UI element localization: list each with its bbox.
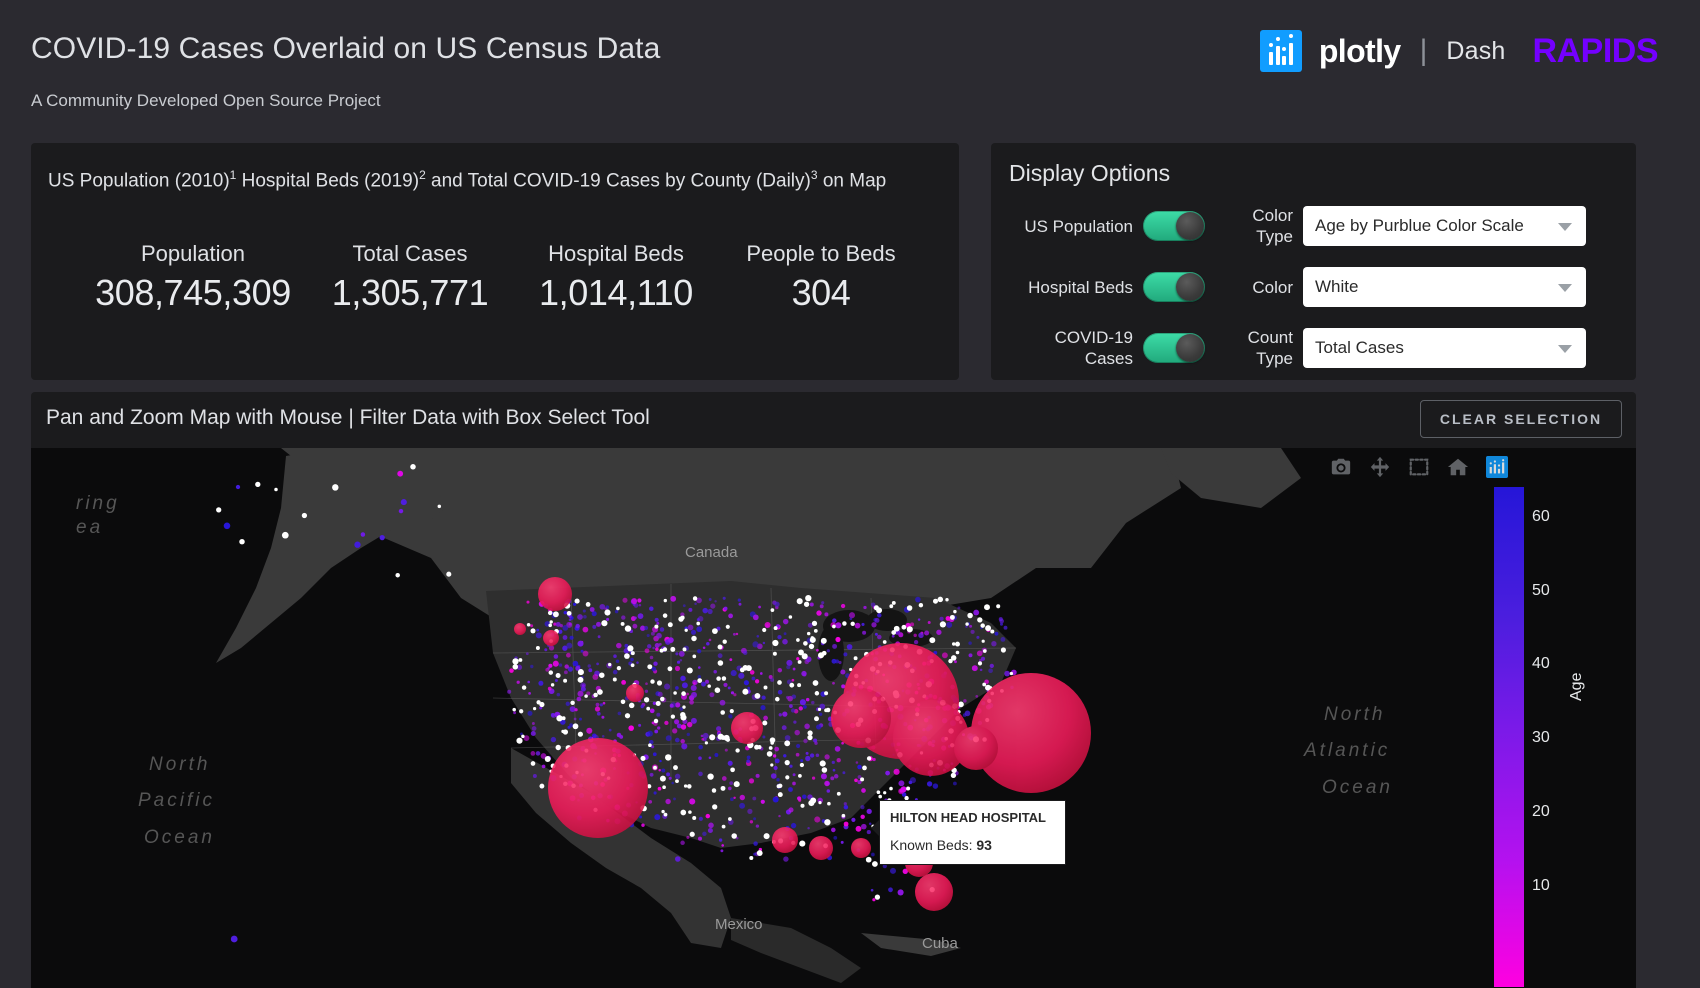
- plotly-logo-icon[interactable]: [1486, 456, 1508, 478]
- stat-population: Population 308,745,309: [77, 239, 309, 317]
- stat-people-to-beds: People to Beds 304: [721, 239, 921, 317]
- select-value: Age by Purblue Color Scale: [1315, 216, 1524, 236]
- colorbar-tick: 30: [1532, 729, 1550, 747]
- stat-hospital-beds: Hospital Beds 1,014,110: [511, 239, 721, 317]
- stat-label: Hospital Beds: [511, 239, 721, 269]
- colorbar-axis-title: Age: [1568, 673, 1586, 701]
- display-options-title: Display Options: [1009, 160, 1170, 187]
- ocean-label: Atlantic: [1304, 740, 1390, 762]
- display-options-card: Display Options US Population Color Type…: [991, 143, 1636, 380]
- stat-label: People to Beds: [721, 239, 921, 269]
- colorbar-tick: 40: [1532, 655, 1550, 673]
- ocean-label: North: [1324, 704, 1385, 726]
- select-label-color-type: Color Type: [1228, 205, 1293, 247]
- stat-total-cases: Total Cases 1,305,771: [309, 239, 511, 317]
- stats-row: Population 308,745,309 Total Cases 1,305…: [31, 239, 959, 317]
- caption-part-c: and Total COVID-19 Cases by County (Dail…: [426, 170, 811, 191]
- toggle-knob: [1176, 334, 1204, 362]
- map-tooltip: HILTON HEAD HOSPITAL Known Beds: 93: [879, 800, 1066, 865]
- tooltip-row: Known Beds: 93: [890, 837, 1055, 853]
- page-header: COVID-19 Cases Overlaid on US Census Dat…: [0, 0, 1700, 132]
- stat-value: 308,745,309: [77, 269, 309, 317]
- country-label-mexico: Mexico: [715, 916, 763, 933]
- caption-part-a: US Population (2010): [48, 170, 230, 191]
- clear-selection-button[interactable]: CLEAR SELECTION: [1420, 400, 1622, 438]
- ocean-label: North: [149, 754, 210, 776]
- plotly-modebar[interactable]: [1330, 456, 1508, 478]
- toggle-label-us-population: US Population: [1003, 216, 1133, 237]
- colorbar-tick: 10: [1532, 877, 1550, 895]
- tooltip-row-label: Known Beds:: [890, 837, 976, 853]
- toggle-label-hospital-beds: Hospital Beds: [1003, 277, 1133, 298]
- colorbar-gradient: [1494, 487, 1524, 987]
- toggle-knob: [1176, 273, 1204, 301]
- toggle-label-covid-cases: COVID-19 Cases: [1003, 327, 1133, 369]
- page-title: COVID-19 Cases Overlaid on US Census Dat…: [31, 32, 660, 66]
- stat-value: 1,014,110: [511, 269, 721, 317]
- stat-label: Total Cases: [309, 239, 511, 269]
- select-count-type[interactable]: Total Cases: [1303, 328, 1586, 368]
- camera-icon[interactable]: [1330, 456, 1352, 478]
- map-colorbar: 60 50 40 30 20 10 Age: [1494, 487, 1524, 987]
- colorbar-ticks: 60 50 40 30 20 10: [1532, 487, 1592, 987]
- toggle-us-population[interactable]: [1143, 211, 1205, 241]
- dash-wordmark: Dash: [1446, 37, 1505, 66]
- chevron-down-icon: [1558, 345, 1572, 353]
- box-select-icon[interactable]: [1408, 456, 1430, 478]
- map-canvas[interactable]: ring ea North Pacific Ocean North Atlant…: [31, 448, 1636, 988]
- stat-value: 1,305,771: [309, 269, 511, 317]
- dashboard-page: COVID-19 Cases Overlaid on US Census Dat…: [0, 0, 1700, 988]
- caption-part-b: Hospital Beds (2019): [236, 170, 419, 191]
- caption-part-d: on Map: [818, 170, 887, 191]
- ocean-label: Pacific: [138, 790, 215, 812]
- display-options-grid: US Population Color Type Age by Purblue …: [991, 205, 1636, 369]
- page-subtitle: A Community Developed Open Source Projec…: [31, 91, 381, 111]
- tooltip-row-value: 93: [976, 837, 992, 853]
- brand-logos: plotly | Dash RAPIDS: [1260, 28, 1658, 74]
- country-label-cuba: Cuba: [922, 935, 958, 952]
- brand-separator: |: [1420, 34, 1428, 68]
- colorbar-tick: 20: [1532, 803, 1550, 821]
- ocean-label: Ocean: [1322, 777, 1393, 799]
- plotly-wordmark: plotly: [1319, 33, 1401, 70]
- plotly-logo-icon: [1260, 30, 1302, 72]
- pan-icon[interactable]: [1369, 456, 1391, 478]
- toggle-knob: [1176, 212, 1204, 240]
- footnote-2: 2: [419, 168, 426, 182]
- stat-label: Population: [77, 239, 309, 269]
- toggle-covid-cases[interactable]: [1143, 333, 1205, 363]
- toggle-hospital-beds[interactable]: [1143, 272, 1205, 302]
- select-label-count-type: Count Type: [1228, 327, 1293, 369]
- home-icon[interactable]: [1447, 456, 1469, 478]
- tooltip-title: HILTON HEAD HOSPITAL: [890, 810, 1055, 825]
- footnote-3: 3: [811, 168, 818, 182]
- select-value: Total Cases: [1315, 338, 1404, 358]
- colorbar-tick: 60: [1532, 508, 1550, 526]
- stats-caption: US Population (2010)1 Hospital Beds (201…: [48, 163, 943, 193]
- select-color[interactable]: White: [1303, 267, 1586, 307]
- map-geometry: [31, 448, 1636, 988]
- select-value: White: [1315, 277, 1358, 297]
- map-title: Pan and Zoom Map with Mouse | Filter Dat…: [46, 406, 650, 430]
- rapids-wordmark: RAPIDS: [1533, 32, 1658, 71]
- select-color-type[interactable]: Age by Purblue Color Scale: [1303, 206, 1586, 246]
- chevron-down-icon: [1558, 223, 1572, 231]
- ocean-label: ea: [76, 517, 103, 539]
- ocean-label: Ocean: [144, 827, 215, 849]
- map-header: Pan and Zoom Map with Mouse | Filter Dat…: [31, 392, 1636, 448]
- map-card: Pan and Zoom Map with Mouse | Filter Dat…: [31, 392, 1636, 988]
- stats-card: US Population (2010)1 Hospital Beds (201…: [31, 143, 959, 380]
- stat-value: 304: [721, 269, 921, 317]
- select-label-color: Color: [1228, 277, 1293, 298]
- country-label-canada: Canada: [685, 544, 738, 561]
- colorbar-tick: 50: [1532, 582, 1550, 600]
- ocean-label: ring: [76, 493, 120, 515]
- chevron-down-icon: [1558, 284, 1572, 292]
- tooltip-arrow: [871, 819, 880, 837]
